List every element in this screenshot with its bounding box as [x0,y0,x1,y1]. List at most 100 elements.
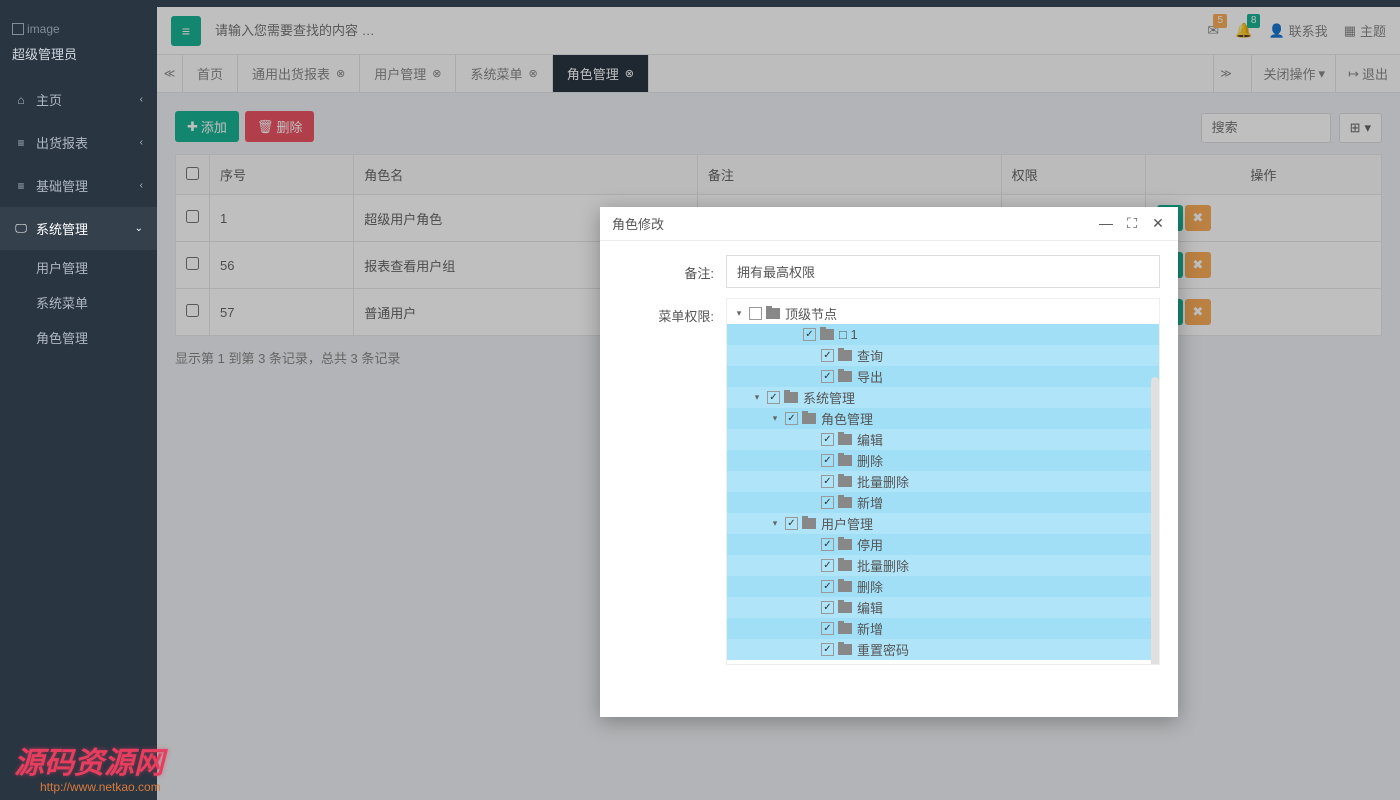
tree-checkbox[interactable]: ✓ [803,328,816,341]
tree-node[interactable]: ✓ 编辑 [727,429,1159,450]
tree-label: 系统管理 [803,388,855,407]
tree-checkbox[interactable]: ✓ [821,433,834,446]
nav-label: 出货报表 [36,133,88,152]
remark-input[interactable] [726,255,1160,288]
close-icon[interactable]: ✕ [1150,215,1166,232]
tree-node[interactable]: ▾ ✓ 角色管理 [727,408,1159,429]
modal-header[interactable]: 角色修改 — ⛶ ✕ [600,207,1178,241]
tree-node[interactable]: ✓ 导出 [727,366,1159,387]
tree-checkbox[interactable]: ✓ [821,496,834,509]
tree-checkbox[interactable]: ✓ [821,643,834,656]
nav-ship-report[interactable]: ≡ 出货报表 ‹ [0,121,157,164]
folder-icon [820,329,834,340]
minimize-icon[interactable]: — [1098,215,1114,232]
admin-label: 超级管理员 [12,44,145,63]
tree-scrollbar[interactable] [1151,377,1159,665]
main: ≡ ✉5 🔔8 👤联系我 ▦主题 ≪ 首页通用出货报表⊗用户管理⊗系统菜单⊗角色… [157,7,1400,800]
chevron-left-icon: ‹ [140,137,143,148]
subnav-sys-menu[interactable]: 系统菜单 [0,285,157,320]
logo-text: image [27,22,60,36]
folder-icon [838,602,852,613]
subnav-role-mgmt[interactable]: 角色管理 [0,320,157,355]
tree-node[interactable]: ✓新增 [727,618,1159,639]
tree-checkbox[interactable]: ✓ [821,601,834,614]
tree-label: 查询 [857,346,883,365]
perm-tree[interactable]: ▾顶级节点✓□ 1✓查询✓导出▾✓系统管理▾✓角色管理✓编辑✓删除✓批量删除✓新… [726,298,1160,665]
tree-node[interactable]: ✓编辑 [727,597,1159,618]
desktop-icon: 🖵 [14,221,28,236]
tree-toggle-icon[interactable]: ▾ [769,413,781,424]
chevron-left-icon: ‹ [140,180,143,191]
folder-icon [802,518,816,529]
tree-checkbox[interactable]: ✓ [821,475,834,488]
tree-node[interactable]: ▾ 顶级节点 [727,303,1159,324]
tree-label: 重置密码 [857,640,909,659]
tree-label: 编辑 [857,430,883,449]
tree-checkbox[interactable]: ✓ [821,538,834,551]
tree-toggle-icon[interactable]: ▾ [751,392,763,403]
sidebar-header: image 超级管理员 [0,7,157,78]
tree-node[interactable]: ✓ 新增 [727,492,1159,513]
folder-icon [838,539,852,550]
folder-icon [838,434,852,445]
maximize-icon[interactable]: ⛶ [1124,215,1140,232]
modal-body: 备注: 菜单权限: ▾顶级节点✓□ 1✓查询✓导出▾✓系统管理▾✓角色管理✓编辑… [600,241,1178,717]
tree-label: 顶级节点 [785,304,837,323]
tree-label: 新增 [857,493,883,512]
top-strip [0,0,1400,7]
folder-icon [838,350,852,361]
folder-icon [766,308,780,319]
tree-checkbox[interactable] [749,307,762,320]
tree-toggle-icon[interactable]: ▾ [733,308,745,319]
logo: image [12,22,60,36]
nav-sys-mgmt[interactable]: 🖵 系统管理 ⌄ [0,207,157,250]
nav-home[interactable]: ⌂ 主页 ‹ [0,78,157,121]
chevron-down-icon: ⌄ [135,223,143,234]
folder-icon [838,371,852,382]
tree-label: 停用 [857,535,883,554]
perm-label: 菜单权限: [618,298,726,325]
tree-node[interactable]: ▾✓用户管理 [727,513,1159,534]
perm-row: 菜单权限: ▾顶级节点✓□ 1✓查询✓导出▾✓系统管理▾✓角色管理✓编辑✓删除✓… [618,298,1160,712]
nav-label: 基础管理 [36,176,88,195]
tree-node[interactable]: ✓批量删除 [727,471,1159,492]
tree-node[interactable]: ✓ 批量删除 [727,555,1159,576]
tree-node[interactable]: ✓ 删除 [727,450,1159,471]
folder-icon [838,497,852,508]
tree-checkbox[interactable]: ✓ [821,349,834,362]
nav-menu: ⌂ 主页 ‹ ≡ 出货报表 ‹ ≡ 基础管理 ‹ 🖵 系统管理 ⌄ [0,78,157,250]
tree-checkbox[interactable]: ✓ [821,559,834,572]
tree-node[interactable]: ✓删除 [727,576,1159,597]
tree-checkbox[interactable]: ✓ [785,517,798,530]
tree-label: □ 1 [839,327,858,342]
tree-node[interactable]: ✓ 查询 [727,345,1159,366]
tree-label: 删除 [857,451,883,470]
folder-icon [784,392,798,403]
folder-icon [838,623,852,634]
remark-label: 备注: [618,255,726,282]
folder-icon [838,455,852,466]
nav-label: 主页 [36,90,62,109]
tree-checkbox[interactable]: ✓ [821,622,834,635]
tree-node[interactable]: ✓ 停用 [727,534,1159,555]
folder-icon [838,476,852,487]
tree-node[interactable]: ▾ ✓ 系统管理 [727,387,1159,408]
tree-node[interactable]: ✓ □ 1 [727,324,1159,345]
folder-icon [838,581,852,592]
tree-label: 批量删除 [857,556,909,575]
tree-node[interactable]: ✓ 重置密码 [727,639,1159,660]
tree-checkbox[interactable]: ✓ [821,454,834,467]
tree-checkbox[interactable]: ✓ [821,370,834,383]
logo-square-icon [12,23,24,35]
nav-base-mgmt[interactable]: ≡ 基础管理 ‹ [0,164,157,207]
tree-checkbox[interactable]: ✓ [821,580,834,593]
remark-row: 备注: [618,255,1160,288]
tree-checkbox[interactable]: ✓ [785,412,798,425]
tree-label: 角色管理 [821,409,873,428]
folder-icon [802,413,816,424]
folder-icon [838,644,852,655]
subnav-user-mgmt[interactable]: 用户管理 [0,250,157,285]
tree-label: 导出 [857,367,883,386]
tree-checkbox[interactable]: ✓ [767,391,780,404]
tree-toggle-icon[interactable]: ▾ [769,518,781,529]
